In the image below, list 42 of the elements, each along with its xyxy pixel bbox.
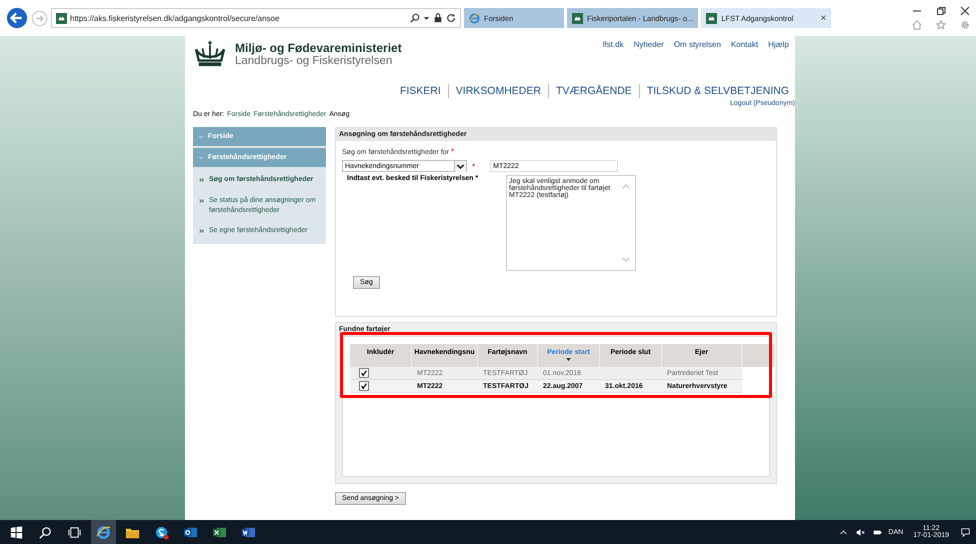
settings-icon[interactable]: [960, 20, 970, 30]
sort-arrow-icon: [566, 358, 571, 361]
battery-icon[interactable]: [871, 528, 884, 536]
double-arrow-icon: [199, 228, 205, 234]
header-link[interactable]: Hjælp: [768, 40, 789, 68]
include-checkbox[interactable]: [359, 381, 369, 391]
close-icon[interactable]: [960, 6, 970, 16]
crown-logo-icon: [193, 40, 227, 68]
site-icon: [572, 12, 583, 24]
url-text: https://aks.fiskeristyrelsen.dk/adgangskontrol/secure/ansoe: [70, 14, 280, 22]
speaker-muted-icon[interactable]: [854, 528, 868, 536]
site-icon: [56, 12, 67, 24]
lock-icon: [433, 13, 443, 23]
e-logo-icon: [469, 12, 480, 24]
star-icon[interactable]: [936, 20, 946, 30]
main-nav-link[interactable]: TILSKUD & SELVBETJENING: [646, 85, 789, 97]
double-arrow-icon: [199, 198, 205, 204]
required-mark: *: [450, 147, 454, 156]
chevron-icon: [198, 134, 204, 140]
home-icon[interactable]: [912, 20, 922, 30]
header-link[interactable]: lfst.dk: [602, 40, 624, 68]
chevron-icon: [198, 154, 204, 160]
double-arrow-icon: [199, 177, 205, 183]
dropdown-caret-icon: [454, 160, 466, 172]
notification-icon[interactable]: [959, 528, 972, 536]
main-nav-link[interactable]: VIRKSOMHEDER: [456, 85, 541, 97]
agency-name: Landbrugs- og Fiskeristyrelsen: [235, 55, 394, 67]
header-link[interactable]: Om styrelsen: [674, 40, 721, 68]
back-button[interactable]: [6, 7, 28, 29]
restore-icon[interactable]: [936, 6, 946, 16]
search-icon[interactable]: [410, 13, 420, 23]
main-nav-link[interactable]: TVÆRGÅENDE: [556, 85, 632, 97]
refresh-icon[interactable]: [446, 13, 456, 23]
ministry-name: Miljø- og Fødevareministeriet: [235, 41, 402, 55]
address-bar[interactable]: https://aks.fiskeristyrelsen.dk/adgangskontrol/secure/ansoe: [51, 8, 461, 28]
header-link[interactable]: Kontakt: [730, 40, 758, 68]
header-link[interactable]: Nyheder: [634, 40, 664, 68]
include-checkbox[interactable]: [359, 368, 369, 378]
required-mark: *: [472, 162, 476, 170]
tab-close-button[interactable]: ×: [820, 12, 826, 24]
main-nav-link[interactable]: FISKERI: [400, 85, 441, 97]
site-icon: [706, 12, 718, 24]
